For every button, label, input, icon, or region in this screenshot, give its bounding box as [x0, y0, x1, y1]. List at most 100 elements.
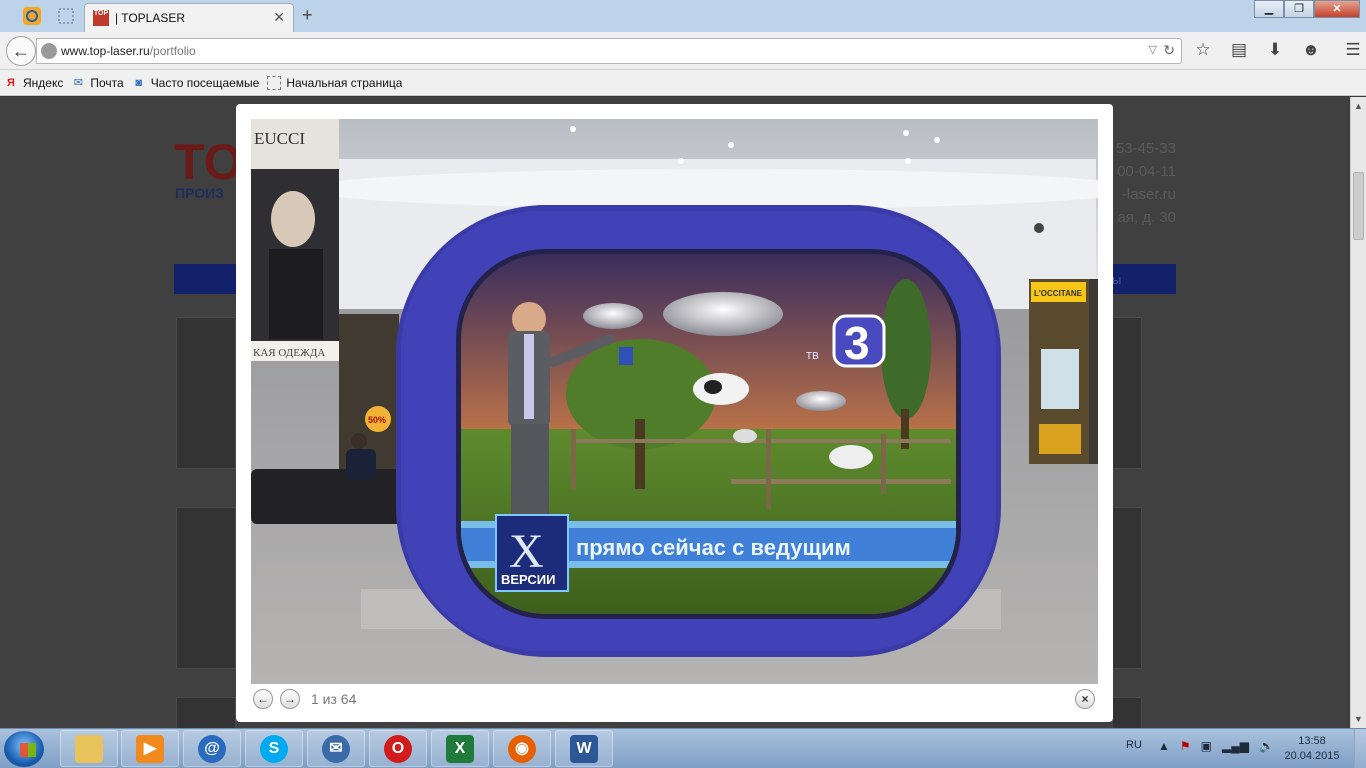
toolbar-icons: ☆ ▤ ⬇ ☻ ☰: [1192, 40, 1364, 62]
taskbar-thunderbird[interactable]: ✉: [307, 730, 365, 767]
scroll-down-icon[interactable]: ▼: [1354, 714, 1363, 724]
system-tray: ▲ ⚑ ▣ ▂▄▆ 🔈: [1158, 739, 1274, 753]
url-path: /portfolio: [149, 44, 196, 58]
scrollbar-thumb[interactable]: [1353, 172, 1364, 240]
taskbar-skype[interactable]: S: [245, 730, 303, 767]
volume-icon[interactable]: 🔈: [1259, 739, 1274, 753]
language-indicator[interactable]: RU: [1126, 739, 1142, 751]
bookmark-yandex[interactable]: Я Яндекс: [4, 76, 63, 90]
lightbox-next-button[interactable]: →: [280, 689, 300, 709]
show-logo-letter: X: [509, 525, 544, 578]
contact-email[interactable]: -laser.ru: [1110, 183, 1176, 206]
start-button[interactable]: [4, 731, 44, 767]
menu-icon[interactable]: ☰: [1342, 40, 1364, 62]
taskbar-firefox[interactable]: ◉: [493, 730, 551, 767]
most-visited-icon: ◙: [135, 76, 143, 89]
taskbar-opera[interactable]: O: [369, 730, 427, 767]
tab-close-icon[interactable]: ✕: [273, 9, 285, 26]
portfolio-thumbnail[interactable]: [1112, 507, 1142, 669]
toplaser-favicon-icon: TOP: [93, 10, 109, 26]
thunderbird-icon: ✉: [322, 734, 350, 763]
taskbar: ▶ @ S ✉ O X ◉ W RU ▲ ⚑ ▣ ▂▄▆ 🔈 13:58 20.…: [0, 728, 1366, 768]
windows-logo-icon: [20, 743, 36, 757]
ticker-text: прямо сейчас с ведущим: [576, 535, 851, 560]
tab-toplaser[interactable]: TOP | TOPLASER ✕: [84, 3, 294, 32]
system-clock[interactable]: 13:58 20.04.2015: [1284, 734, 1340, 764]
portfolio-thumbnail[interactable]: [1112, 697, 1142, 728]
window-close-icon[interactable]: ✕: [1314, 0, 1360, 18]
taskbar-explorer[interactable]: [60, 730, 118, 767]
address-bar[interactable]: www.top-laser.ru/portfolio ▽ ↻: [36, 38, 1182, 64]
channel-logo-prefix: тв: [806, 347, 819, 362]
bookmark-label: Почта: [90, 75, 124, 90]
minimize-icon[interactable]: ▁: [1254, 0, 1284, 18]
url-text[interactable]: www.top-laser.ru/portfolio: [61, 44, 196, 58]
network-signal-icon[interactable]: ▂▄▆: [1222, 739, 1249, 753]
lightbox-counter: 1 из 64: [311, 691, 357, 707]
store-banner: КАЯ ОДЕЖДА: [253, 347, 325, 359]
excel-icon: X: [446, 734, 474, 763]
bookmark-most-visited[interactable]: ◙ Часто посещаемые: [132, 75, 260, 90]
flag-warning-icon[interactable]: ⚑: [1180, 739, 1191, 753]
store-sign: EUCCI: [254, 129, 305, 148]
back-button[interactable]: ←: [6, 36, 36, 66]
bookmarks-toolbar: Я Яндекс ✉ Почта ◙ Часто посещаемые Начальн…: [0, 70, 1366, 96]
portfolio-thumbnail[interactable]: [176, 697, 236, 728]
mail-agent-icon: @: [198, 734, 226, 763]
reading-list-icon[interactable]: ▤: [1228, 40, 1250, 62]
new-tab-icon[interactable]: +: [302, 5, 313, 26]
empty-tab-icon[interactable]: [56, 6, 78, 26]
bookmark-home-page[interactable]: Начальная страница: [267, 75, 402, 90]
clock-date: 20.04.2015: [1284, 750, 1340, 762]
scroll-up-icon[interactable]: ▲: [1354, 101, 1363, 111]
show-desktop-button[interactable]: [1354, 729, 1366, 768]
channel-logo-number: 3: [844, 317, 870, 369]
opera-icon: O: [384, 734, 412, 763]
contact-phone-1: 53-45-33: [1115, 140, 1176, 157]
tab-bar: TOP | TOPLASER ✕ + ▁ ❐ ✕: [0, 0, 1366, 32]
word-icon: W: [570, 734, 598, 763]
show-logo-word: ВЕРСИИ: [501, 572, 555, 587]
device-icon[interactable]: ▣: [1201, 739, 1212, 753]
bookmark-label: Яндекс: [23, 75, 64, 90]
contact-phone-2: 00-04-11: [1117, 163, 1176, 180]
taskbar-media-player[interactable]: ▶: [121, 730, 179, 767]
globe-icon: [41, 43, 57, 59]
window-controls: ▁ ❐ ✕: [1254, 0, 1360, 18]
portfolio-thumbnail[interactable]: [1112, 317, 1142, 469]
bookmark-star-icon[interactable]: ☆: [1192, 40, 1214, 62]
bookmark-mail[interactable]: ✉ Почта: [71, 75, 124, 90]
tray-expand-icon[interactable]: ▲: [1158, 739, 1170, 753]
restore-icon[interactable]: ❐: [1284, 0, 1314, 18]
media-player-icon: ▶: [136, 734, 164, 763]
mail-icon: ✉: [73, 76, 83, 89]
bookmark-label: Часто посещаемые: [150, 75, 260, 90]
portfolio-photo[interactable]: EUCCI КАЯ ОДЕЖДА 50% L'OCCITANE тв 3 пря…: [251, 119, 1098, 684]
shop-sign: L'OCCITANE: [1034, 289, 1083, 298]
tab-title: | TOPLASER: [115, 11, 186, 25]
site-logo-subtitle: ПРОИЗ: [175, 185, 224, 201]
page-scrollbar[interactable]: ▲ ▼: [1350, 97, 1366, 728]
sale-badge: 50%: [368, 415, 386, 425]
reload-icon[interactable]: ↻: [1163, 42, 1175, 59]
history-dropdown-icon[interactable]: ▽: [1149, 43, 1157, 56]
download-icon[interactable]: ⬇: [1264, 40, 1286, 62]
lightbox-dialog: EUCCI КАЯ ОДЕЖДА 50% L'OCCITANE тв 3 пря…: [236, 104, 1113, 722]
chat-icon[interactable]: ☻: [1300, 40, 1322, 62]
page-icon: [267, 75, 282, 90]
site-menu-item[interactable]: ы: [1112, 272, 1121, 287]
mail-agent-icon[interactable]: [22, 6, 44, 26]
taskbar-word[interactable]: W: [555, 730, 613, 767]
skype-icon: S: [260, 734, 288, 763]
folder-icon: [75, 734, 103, 763]
portfolio-thumbnail[interactable]: [176, 317, 236, 469]
lightbox-close-button[interactable]: ×: [1075, 689, 1095, 709]
taskbar-mail-agent[interactable]: @: [183, 730, 241, 767]
firefox-icon: ◉: [508, 734, 536, 763]
taskbar-excel[interactable]: X: [431, 730, 489, 767]
site-contacts: 53-45-33 00-04-11 -laser.ru ая, д. 30: [1110, 137, 1176, 229]
contact-address: ая, д. 30: [1117, 209, 1176, 226]
site-logo[interactable]: TO: [174, 133, 243, 191]
portfolio-thumbnail[interactable]: [176, 507, 236, 669]
lightbox-prev-button[interactable]: ←: [253, 689, 273, 709]
